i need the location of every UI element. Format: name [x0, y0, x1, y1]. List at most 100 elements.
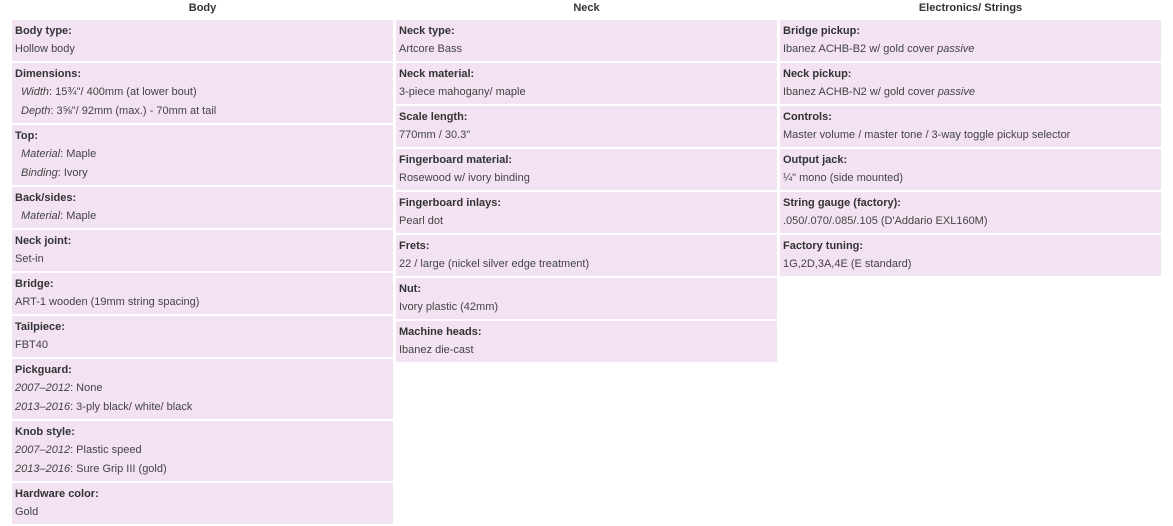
spec-sublabel: Depth	[21, 105, 51, 117]
column-neck: Neck Neck type: Artcore Bass Neck material…	[396, 0, 777, 364]
spec-cell: Hardware color: Gold	[12, 483, 393, 524]
column-body: Body Body type: Hollow body Dimensions: Wid…	[12, 0, 393, 526]
spec-cell: Back/sides: Material: Maple	[12, 187, 393, 228]
spec-value: Gold	[15, 503, 393, 522]
spec-cell: Scale length: 770mm / 30.3"	[396, 106, 777, 147]
spec-sublabel: Material	[21, 148, 61, 160]
spec-cell: Top: Material: Maple Binding: Ivory	[12, 125, 393, 185]
spec-value-text: Ivory plastic (42mm)	[399, 301, 499, 313]
spec-value: .050/.070/.085/.105 (D'Addario EXL160M)	[783, 212, 1161, 231]
spec-value: Binding: Ivory	[15, 164, 393, 183]
spec-cell: Frets: 22 / large (nickel silver edge tre…	[396, 235, 777, 276]
spec-value-text: Pearl dot	[399, 215, 444, 227]
spec-value-emphasis: passive	[937, 86, 975, 98]
spec-value-text: Set-in	[15, 253, 44, 265]
spec-value-text: : None	[70, 382, 103, 394]
spec-cell: Factory tuning: 1G,2D,3A,4E (E standard)	[780, 235, 1161, 276]
spec-cell: Neck pickup: Ibanez ACHB-N2 w/ gold cover…	[780, 63, 1161, 104]
spec-sublabel: 2007–2012	[15, 382, 71, 394]
spec-value-text: 1G,2D,3A,4E (E standard)	[783, 258, 912, 270]
spec-value: Rosewood w/ ivory binding	[399, 169, 777, 188]
spec-value: 1G,2D,3A,4E (E standard)	[783, 255, 1161, 274]
spec-cell: Machine heads: Ibanez die-cast	[396, 321, 777, 362]
spec-value: Hollow body	[15, 40, 393, 59]
spec-label: Body type:	[15, 25, 72, 37]
spec-value: 2013–2016: 3-ply black/ white/ black	[15, 398, 393, 417]
column-electronics: Electronics/ Strings Bridge pickup: Ibane…	[780, 0, 1161, 278]
spec-value-text: Ibanez ACHB-B2 w/ gold cover	[783, 43, 938, 55]
spec-value: Pearl dot	[399, 212, 777, 231]
spec-value: Set-in	[15, 250, 393, 269]
spec-value-text: : 15¾"/ 400mm (at lower bout)	[49, 86, 197, 98]
spec-label: Knob style:	[15, 426, 75, 438]
spec-cell: Bridge: ART-1 wooden (19mm string spacing…	[12, 273, 393, 314]
spec-sublabel: Material	[21, 210, 61, 222]
spec-sublabel: Binding	[21, 167, 58, 179]
column-header-body: Body	[188, 2, 217, 14]
spec-sublabel: 2013–2016	[15, 401, 71, 413]
spec-sublabel: 2007–2012	[15, 444, 71, 456]
spec-value-text: FBT40	[15, 339, 49, 351]
spec-cell: Bridge pickup: Ibanez ACHB-B2 w/ gold cov…	[780, 20, 1161, 61]
spec-value: Ibanez ACHB-N2 w/ gold cover passive	[783, 83, 1161, 102]
spec-cell: Body type: Hollow body	[12, 20, 393, 61]
spec-value-text: : Ivory	[57, 167, 88, 179]
spec-value: 3-piece mahogany/ maple	[399, 83, 777, 102]
spec-cell: Dimensions: Width: 15¾"/ 400mm (at lower …	[12, 63, 393, 123]
spec-value-emphasis: passive	[937, 43, 975, 55]
spec-label: Back/sides:	[15, 192, 77, 204]
spec-value-text: Rosewood w/ ivory binding	[399, 172, 530, 184]
spec-label: Pickguard:	[15, 364, 72, 376]
spec-value-text: ART-1 wooden (19mm string spacing)	[15, 296, 200, 308]
spec-value-text: Artcore Bass	[399, 43, 462, 55]
spec-label: Controls:	[783, 111, 832, 123]
spec-label: Machine heads:	[399, 326, 482, 338]
spec-value: 2007–2012: Plastic speed	[15, 441, 393, 460]
spec-value: Ibanez die-cast	[399, 341, 777, 360]
spec-sublabel: Width	[21, 86, 50, 98]
spec-cell: Fingerboard material: Rosewood w/ ivory b…	[396, 149, 777, 190]
spec-cell: Neck material: 3-piece mahogany/ maple	[396, 63, 777, 104]
spec-value-text: Ibanez die-cast	[399, 344, 474, 356]
spec-label: Factory tuning:	[783, 240, 864, 252]
spec-value-text: 770mm / 30.3"	[399, 129, 471, 141]
spec-label: Tailpiece:	[15, 321, 65, 333]
spec-label: Bridge:	[15, 278, 54, 290]
column-header-electronics: Electronics/ Strings	[918, 2, 1023, 14]
spec-value: ART-1 wooden (19mm string spacing)	[15, 293, 393, 312]
spec-cell: Knob style: 2007–2012: Plastic speed 2013–…	[12, 421, 393, 481]
spec-label: Top:	[15, 130, 39, 142]
spec-value: 2013–2016: Sure Grip III (gold)	[15, 460, 393, 479]
spec-label: Output jack:	[783, 154, 848, 166]
spec-value: Width: 15¾"/ 400mm (at lower bout)	[15, 83, 393, 102]
spec-label: Neck type:	[399, 25, 455, 37]
spec-cell: Controls: Master volume / master tone / 3…	[780, 106, 1161, 147]
spec-label: Fingerboard material:	[399, 154, 513, 166]
spec-value-text: Hollow body	[15, 43, 75, 55]
spec-value-text: .050/.070/.085/.105 (D'Addario EXL160M)	[783, 215, 988, 227]
column-header-neck: Neck	[573, 2, 600, 14]
spec-value: Artcore Bass	[399, 40, 777, 59]
spec-value: Material: Maple	[15, 145, 393, 164]
spec-label: Neck material:	[399, 68, 475, 80]
spec-cell: Tailpiece: FBT40	[12, 316, 393, 357]
spec-cell: Pickguard: 2007–2012: None 2013–2016: 3-pl…	[12, 359, 393, 419]
spec-label: String gauge (factory):	[783, 197, 901, 209]
spec-label: Scale length:	[399, 111, 468, 123]
spec-cell: String gauge (factory): .050/.070/.085/.1…	[780, 192, 1161, 233]
spec-label: Nut:	[399, 283, 421, 295]
spec-value: Master volume / master tone / 3-way togg…	[783, 126, 1161, 145]
spec-label: Bridge pickup:	[783, 25, 861, 37]
spec-label: Fingerboard inlays:	[399, 197, 502, 209]
spec-cell: Output jack: ¼" mono (side mounted)	[780, 149, 1161, 190]
spec-value-text: : Maple	[60, 148, 97, 160]
spec-value: 2007–2012: None	[15, 379, 393, 398]
spec-label: Frets:	[399, 240, 430, 252]
spec-label: Neck pickup:	[783, 68, 852, 80]
spec-value: FBT40	[15, 336, 393, 355]
spec-value: ¼" mono (side mounted)	[783, 169, 1161, 188]
spec-sublabel: 2013–2016	[15, 463, 71, 475]
spec-cell: Nut: Ivory plastic (42mm)	[396, 278, 777, 319]
spec-value-text: 3-piece mahogany/ maple	[399, 86, 526, 98]
spec-label: Neck joint:	[15, 235, 72, 247]
